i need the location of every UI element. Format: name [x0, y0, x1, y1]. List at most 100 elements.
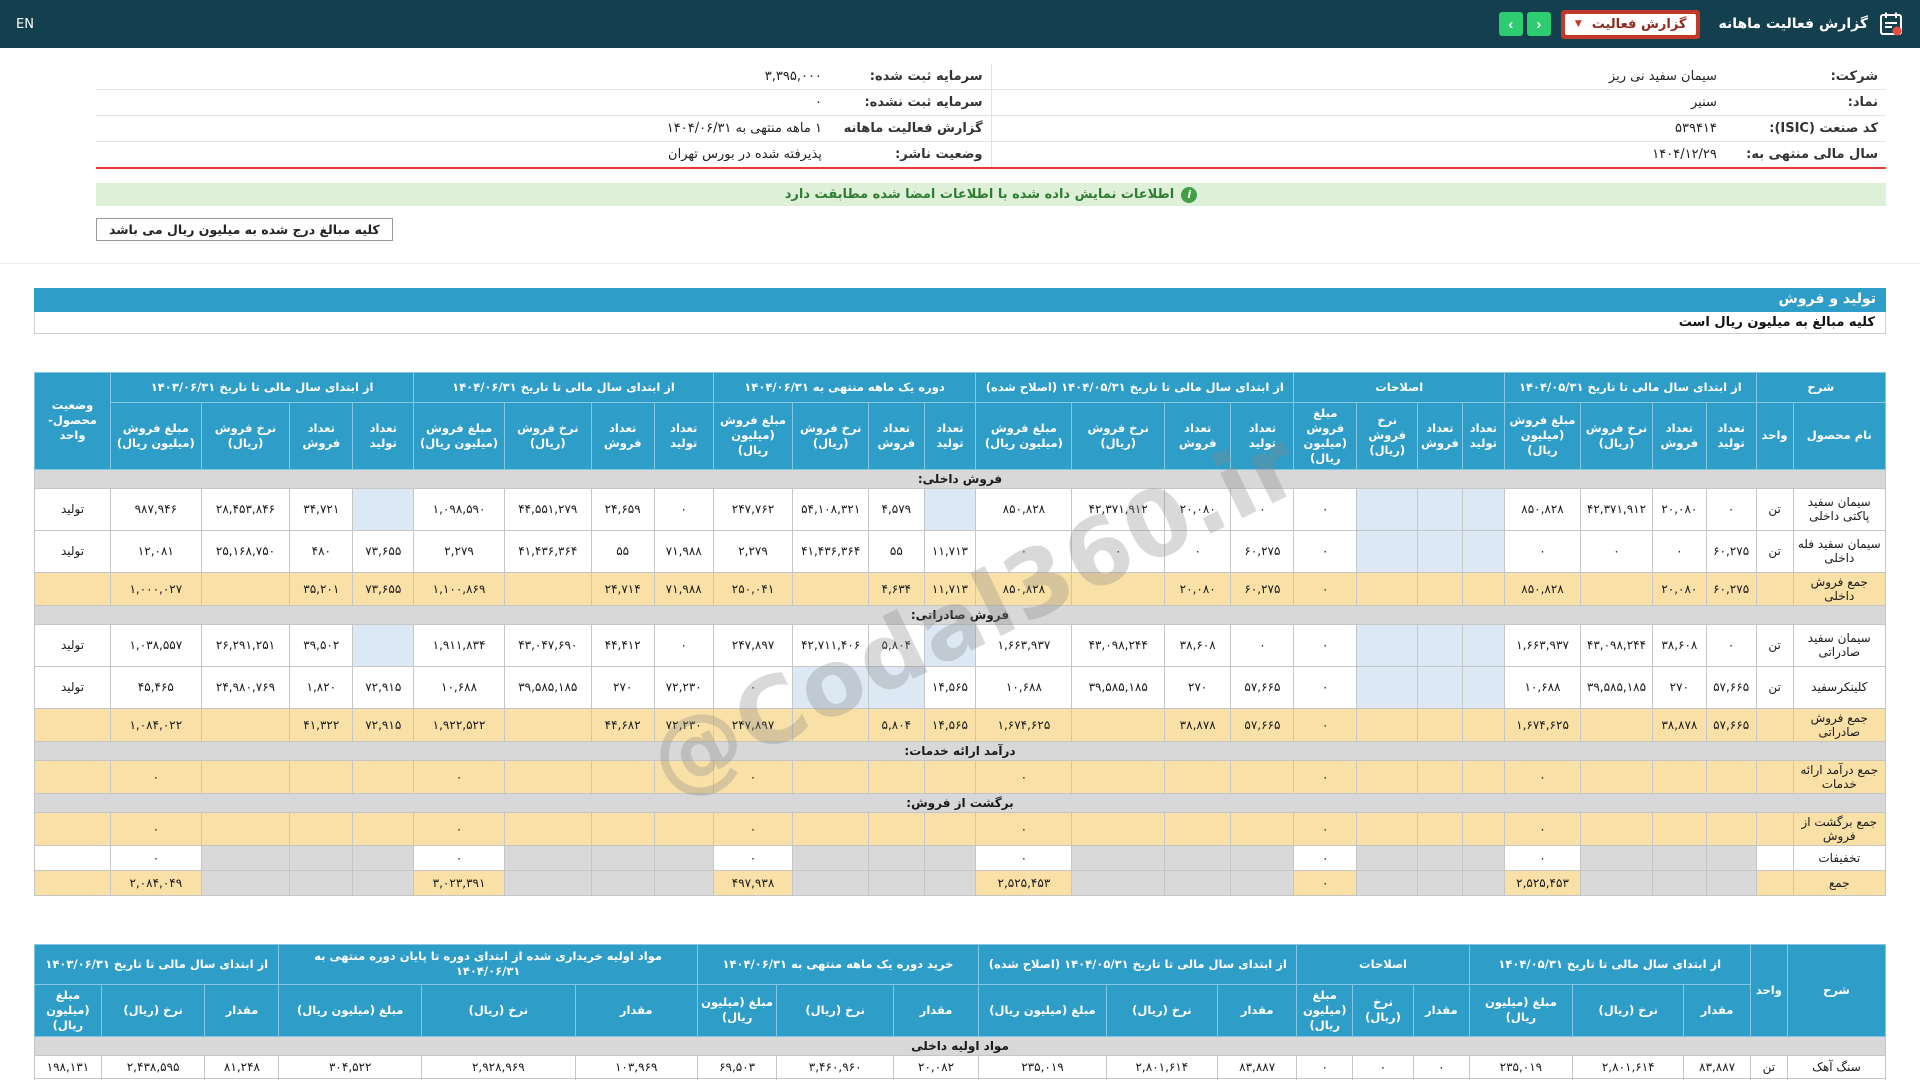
- value-cell: ۰: [975, 844, 1073, 871]
- value-cell: [503, 571, 592, 606]
- value-cell: ۲,۸۰۱,۶۱۴: [1105, 1054, 1218, 1079]
- value-cell: ۸۵۰,۸۲۸: [1504, 487, 1581, 531]
- status-cell: تولید: [33, 665, 112, 709]
- value-cell: ۹۸۷,۹۴۶: [110, 487, 202, 531]
- unit-cell: تن: [1755, 623, 1794, 667]
- value-cell: ۳۹,۵۰۲: [289, 623, 354, 667]
- product-name: سیمان سفید پاکتی داخلی: [1792, 487, 1887, 531]
- unit-cell: [1755, 707, 1794, 742]
- value-cell: ۴۱,۳۲۲: [289, 707, 354, 742]
- value-cell: ۰: [110, 811, 202, 846]
- col-header: مبلغ (میلیون ریال): [278, 983, 422, 1037]
- units-note: کلیه مبالغ به میلیون ریال است: [34, 312, 1886, 334]
- value-cell: ۰: [1293, 665, 1358, 709]
- value-cell: ۵۴,۱۰۸,۳۲۱: [792, 487, 870, 531]
- value-cell: ۰: [712, 844, 794, 871]
- col-header: مقدار: [574, 983, 698, 1037]
- signed-data-banner: i اطلاعات نمایش داده شده با اطلاعات امضا…: [96, 183, 1886, 206]
- value-cell: ۲,۰۸۴,۰۴۹: [110, 869, 202, 896]
- value-cell: ۱۰۳,۹۶۹: [574, 1054, 698, 1079]
- value-cell: ۰: [975, 759, 1073, 794]
- value-cell: [200, 707, 291, 742]
- value-cell: ۲۴,۹۸۰,۷۶۹: [200, 665, 291, 709]
- language-toggle[interactable]: EN: [16, 17, 34, 32]
- value-cell: ۴۸۰: [289, 529, 354, 573]
- table-row: کلینکرسفید تن ۵۷,۶۶۵ ۲۷۰ ۳۹,۵۸۵,۱۸۵ ۱۰,۶۸۸ ۰ ۵۷…: [33, 665, 1887, 709]
- table-row: جمع درآمد ارائه خدمات ۰ ۰ ۰ ۰ ۰ ۰: [33, 759, 1887, 794]
- value-cell: [1356, 759, 1419, 794]
- value-cell: [1461, 759, 1506, 794]
- value-cell: ۴۳,۰۴۷,۶۹۰: [503, 623, 592, 667]
- status-cell: [33, 759, 112, 794]
- col-header: نرخ فروش (ریال): [503, 402, 592, 470]
- header-product-name: نام محصول: [1792, 402, 1887, 470]
- value-cell: ۲۸,۴۵۳,۸۴۶: [200, 487, 291, 531]
- value-cell: ۰: [1705, 623, 1757, 667]
- value-cell: ۳۵,۲۰۱: [289, 571, 354, 606]
- value-cell: ۰: [1413, 1054, 1470, 1079]
- info-row: نماد: سنیر سرمایه ثبت نشده: ۰: [96, 89, 1886, 116]
- col-header: نرخ (ریال): [1572, 983, 1685, 1037]
- fiscal-year-value: ۱۴۰۴/۱۲/۲۹: [1652, 147, 1717, 162]
- value-cell: ۶۰,۲۷۵: [1230, 571, 1295, 606]
- value-cell: [1356, 571, 1419, 606]
- col-header: نرخ فروش (ریال): [200, 402, 291, 470]
- value-cell: ۲۷۰: [590, 665, 655, 709]
- value-cell: [792, 665, 870, 709]
- value-cell: ۰: [1293, 759, 1358, 794]
- issuer-status-label: وضعیت ناشر:: [829, 141, 992, 168]
- value-cell: ۲۵,۱۶۸,۷۵۰: [200, 529, 291, 573]
- value-cell: ۵,۸۰۴: [868, 623, 925, 667]
- value-cell: ۲,۲۷۹: [712, 529, 794, 573]
- value-cell: [653, 759, 714, 794]
- chevron-down-icon: ▼: [1574, 19, 1582, 29]
- value-cell: ۴۹۷,۹۳۸: [712, 869, 794, 896]
- value-cell: ۰: [653, 487, 714, 531]
- group-header-0: از ابتدای سال مالی تا تاریخ ۱۴۰۴/۰۵/۳۱: [1468, 943, 1751, 985]
- value-cell: [352, 623, 415, 667]
- product-name: کلینکرسفید: [1792, 665, 1887, 709]
- value-cell: ۴۳,۰۹۸,۲۴۴: [1579, 623, 1654, 667]
- report-pager: ‹ ›: [1498, 12, 1551, 36]
- section-row: مواد اولیه داخلی: [34, 1035, 1886, 1056]
- value-cell: [1356, 665, 1419, 709]
- next-report-button[interactable]: ›: [1526, 12, 1551, 36]
- col-header: تعداد تولید: [653, 402, 714, 470]
- value-cell: ۱۴,۵۶۵: [923, 707, 977, 742]
- group-header-5: از ابتدای سال مالی تا تاریخ ۱۴۰۳/۰۶/۳۱: [110, 372, 415, 403]
- col-header: تعداد تولید: [1461, 402, 1506, 470]
- value-cell: [1071, 571, 1165, 606]
- value-cell: ۰: [1351, 1054, 1415, 1079]
- value-cell: [1652, 811, 1707, 846]
- value-cell: ۰: [1504, 811, 1581, 846]
- table-row: جمع ۲,۵۲۵,۴۵۳ ۰ ۲,۵۲۵,۴۵۳ ۴۹۷,۹۳۸ ۳,۰۲۳,۳۹۱ ۲,…: [33, 869, 1887, 896]
- section-label: فروش داخلی:: [34, 468, 1886, 489]
- section-row: درآمد ارائه خدمات:: [34, 740, 1886, 761]
- header-product-status: وضعیت محصول-واحد: [33, 372, 112, 470]
- value-cell: ۰: [413, 759, 505, 794]
- company-name-link[interactable]: سیمان سفید نی ریز: [991, 64, 1725, 90]
- value-cell: [1417, 623, 1463, 667]
- value-cell: [1461, 869, 1506, 896]
- col-header: مبلغ (میلیون ریال): [1468, 983, 1574, 1037]
- group-header-1: اصلاحات: [1293, 372, 1506, 403]
- value-cell: ۰: [413, 811, 505, 846]
- report-type-dropdown[interactable]: گزارش فعالیت ▼: [1560, 9, 1701, 39]
- group-header-2: از ابتدای سال مالی تا تاریخ ۱۴۰۴/۰۵/۳۱ (…: [975, 372, 1295, 403]
- section-label: مواد اولیه داخلی: [34, 1035, 1886, 1056]
- value-cell: ۴۵,۴۶۵: [110, 665, 202, 709]
- info-row: سال مالی منتهی به: ۱۴۰۴/۱۲/۲۹ وضعیت ناشر…: [96, 141, 1886, 168]
- value-cell: [1417, 571, 1463, 606]
- group-header-0: از ابتدای سال مالی تا تاریخ ۱۴۰۴/۰۵/۳۱: [1504, 372, 1757, 403]
- value-cell: ۶۹,۵۰۳: [696, 1054, 778, 1079]
- value-cell: ۳۰۴,۵۲۲: [278, 1054, 422, 1079]
- prev-report-button[interactable]: ‹: [1498, 12, 1523, 36]
- isic-label: کد صنعت (ISIC):: [1769, 121, 1878, 136]
- value-cell: [868, 844, 925, 871]
- value-cell: ۱,۸۲۰: [289, 665, 354, 709]
- group-header-4: از ابتدای سال مالی تا تاریخ ۱۴۰۴/۰۶/۳۱: [413, 372, 714, 403]
- value-cell: ۲۷۰: [1652, 665, 1707, 709]
- value-cell: ۱,۰۹۸,۵۹۰: [413, 487, 505, 531]
- value-cell: [792, 759, 870, 794]
- dropdown-selected-label: گزارش فعالیت: [1591, 16, 1687, 32]
